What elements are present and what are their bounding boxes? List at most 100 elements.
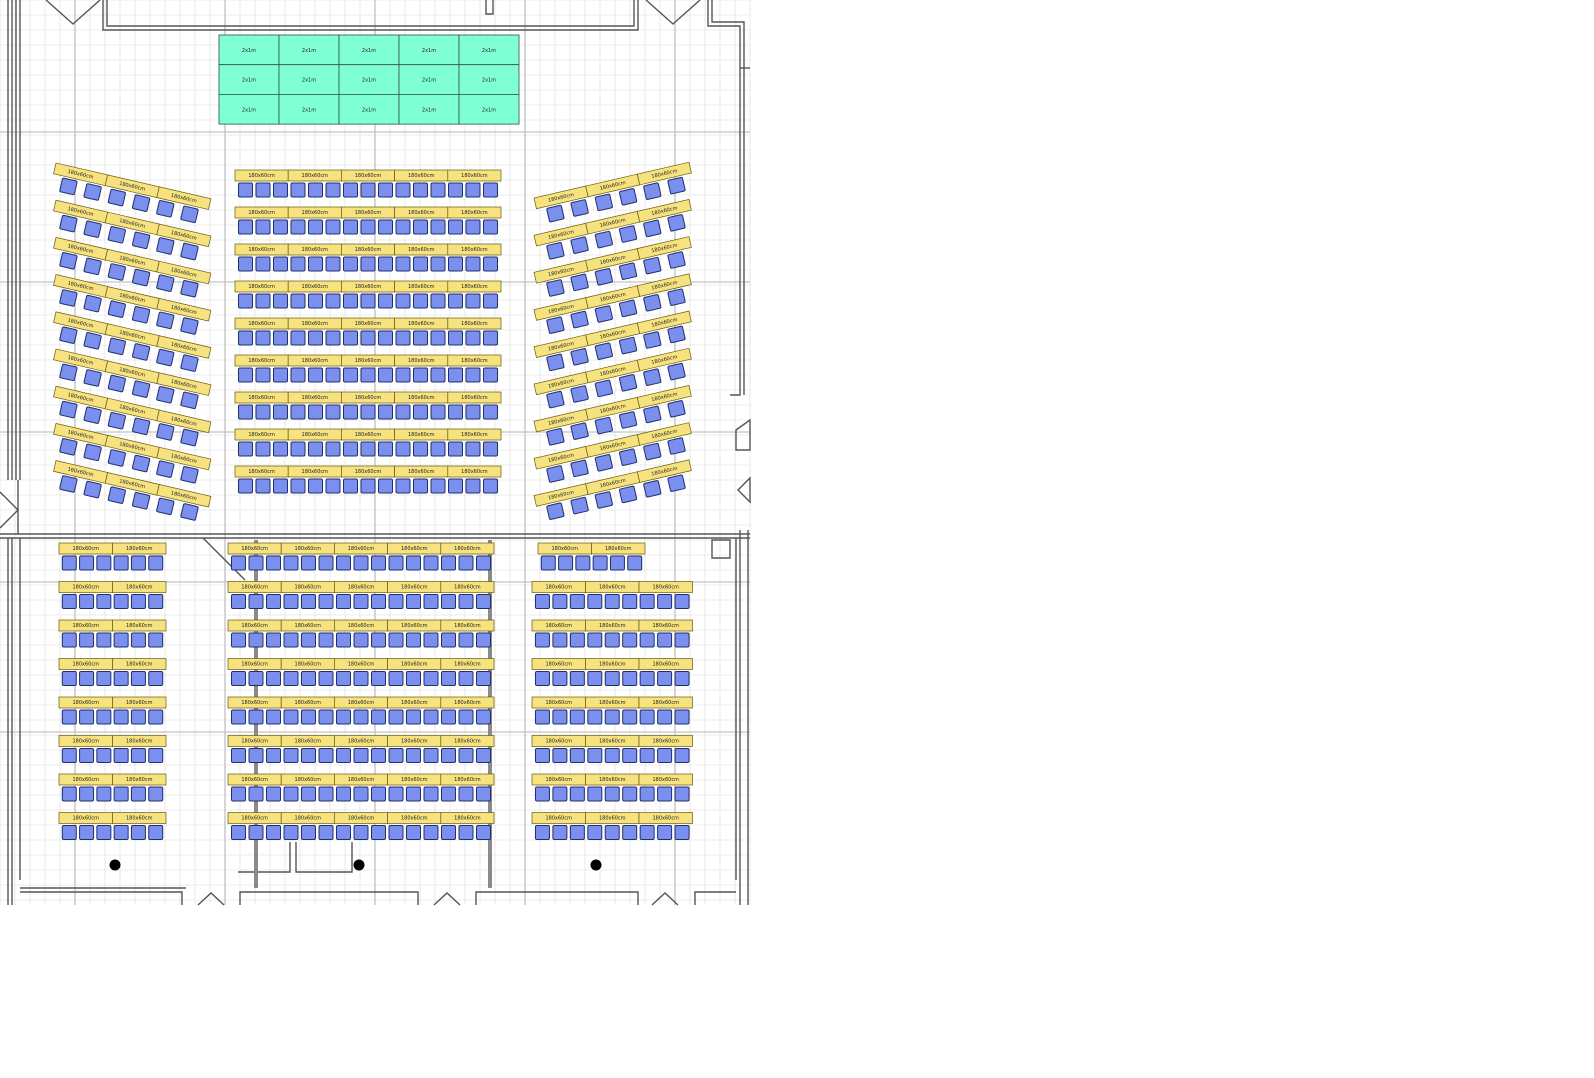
chair xyxy=(483,182,498,198)
chair xyxy=(667,437,686,455)
chair xyxy=(130,555,146,571)
chair xyxy=(378,330,393,346)
chair xyxy=(458,709,474,725)
chair xyxy=(148,671,164,686)
chair xyxy=(657,709,673,725)
seating-row: 180x60cm 180x60cm 180x60cm 180x60cm 180x60cm xyxy=(227,542,495,571)
structural-columns xyxy=(109,859,602,871)
chair xyxy=(546,465,565,483)
table-label: 180x60cm xyxy=(295,739,322,745)
chair xyxy=(83,257,102,276)
seating-row: 180x60cm 180x60cm 180x60cm 180x60cm 180x60cm xyxy=(234,317,502,346)
chair xyxy=(301,671,316,686)
table-label: 180x60cm xyxy=(295,662,322,668)
stage-panel: 2x1m xyxy=(398,34,460,66)
chair xyxy=(378,441,393,457)
chair xyxy=(107,449,126,467)
chair xyxy=(96,632,112,648)
chair xyxy=(448,293,463,309)
chair xyxy=(423,555,439,571)
chair xyxy=(283,786,299,802)
table-label: 180x60cm xyxy=(408,358,435,364)
chair xyxy=(283,748,299,763)
stage-panel: 2x1m xyxy=(278,34,340,66)
table-label: 180x60cm xyxy=(73,777,100,783)
chair xyxy=(441,671,456,686)
table: 180x60cm xyxy=(394,169,449,182)
table: 180x60cm xyxy=(58,773,113,786)
chair xyxy=(552,825,568,840)
table-label: 180x60cm xyxy=(295,816,322,822)
table: 180x60cm xyxy=(58,696,113,709)
wall-segment xyxy=(45,0,101,25)
chair xyxy=(388,748,404,763)
chair xyxy=(430,219,446,235)
chair xyxy=(639,594,655,609)
table: 180x60cm xyxy=(341,428,395,441)
chair xyxy=(465,441,481,457)
chair xyxy=(59,214,78,233)
stage-panel: 2x1m xyxy=(278,94,340,125)
chair xyxy=(587,709,603,725)
table-label: 180x60cm xyxy=(546,585,573,591)
chair xyxy=(476,786,491,802)
table: 180x60cm xyxy=(531,619,586,632)
chair xyxy=(423,825,439,840)
chair xyxy=(569,709,585,725)
table: 180x60cm xyxy=(387,542,442,555)
table: 180x60cm xyxy=(447,206,502,219)
table: 180x60cm xyxy=(531,696,586,709)
chair xyxy=(308,367,323,383)
chair xyxy=(413,330,428,346)
chair xyxy=(657,594,673,609)
chair xyxy=(273,330,288,346)
table-label: 180x60cm xyxy=(653,777,680,783)
column-dot xyxy=(353,859,365,871)
table: 180x60cm xyxy=(287,206,342,219)
table: 180x60cm xyxy=(287,465,342,478)
chair xyxy=(266,825,281,840)
chair xyxy=(336,671,351,686)
seating-row: 180x60cm 180x60cm 180x60cm 180x60cm 180x60cm xyxy=(234,428,502,457)
chair xyxy=(360,478,376,494)
chair xyxy=(657,671,673,686)
chair xyxy=(622,825,638,840)
table: 180x60cm xyxy=(638,658,693,670)
table: 180x60cm xyxy=(112,812,167,824)
table-label: 180x60cm xyxy=(461,210,488,216)
table-label: 180x60cm xyxy=(302,321,329,327)
chair xyxy=(604,825,620,840)
table: 180x60cm xyxy=(234,280,289,293)
chair xyxy=(476,594,491,609)
chair xyxy=(96,671,112,686)
table-label: 180x60cm xyxy=(295,777,322,783)
chair xyxy=(594,268,613,286)
chair xyxy=(406,555,421,571)
seating-row: 180x60cm 180x60cm 180x60cm 180x60cm 180x60cm xyxy=(227,658,495,686)
chair xyxy=(131,343,151,361)
table-label: 180x60cm xyxy=(599,585,626,591)
table-label: 180x60cm xyxy=(248,358,275,364)
table-label: 180x60cm xyxy=(546,623,573,629)
chair xyxy=(458,748,474,763)
chair xyxy=(643,331,662,349)
table-label: 180x60cm xyxy=(241,700,268,706)
chair xyxy=(308,404,323,420)
chair xyxy=(83,480,102,499)
table-label: 180x60cm xyxy=(248,210,275,216)
chair xyxy=(113,825,129,840)
stage-panel: 2x1m xyxy=(338,34,400,66)
table: 180x60cm xyxy=(280,696,335,709)
stage-panel-label: 2x1m xyxy=(422,78,436,84)
seating-row: 180x60cm 180x60cm 180x60cm 180x60cm 180x60cm xyxy=(227,735,495,763)
chair xyxy=(465,219,481,235)
table-label: 180x60cm xyxy=(401,777,428,783)
chair xyxy=(130,748,146,763)
chair xyxy=(96,748,112,763)
table-label: 180x60cm xyxy=(355,284,382,290)
table-label: 180x60cm xyxy=(454,816,481,822)
chair xyxy=(618,336,638,355)
table-label: 180x60cm xyxy=(408,395,435,401)
chair xyxy=(639,709,655,725)
table-label: 180x60cm xyxy=(546,739,573,745)
